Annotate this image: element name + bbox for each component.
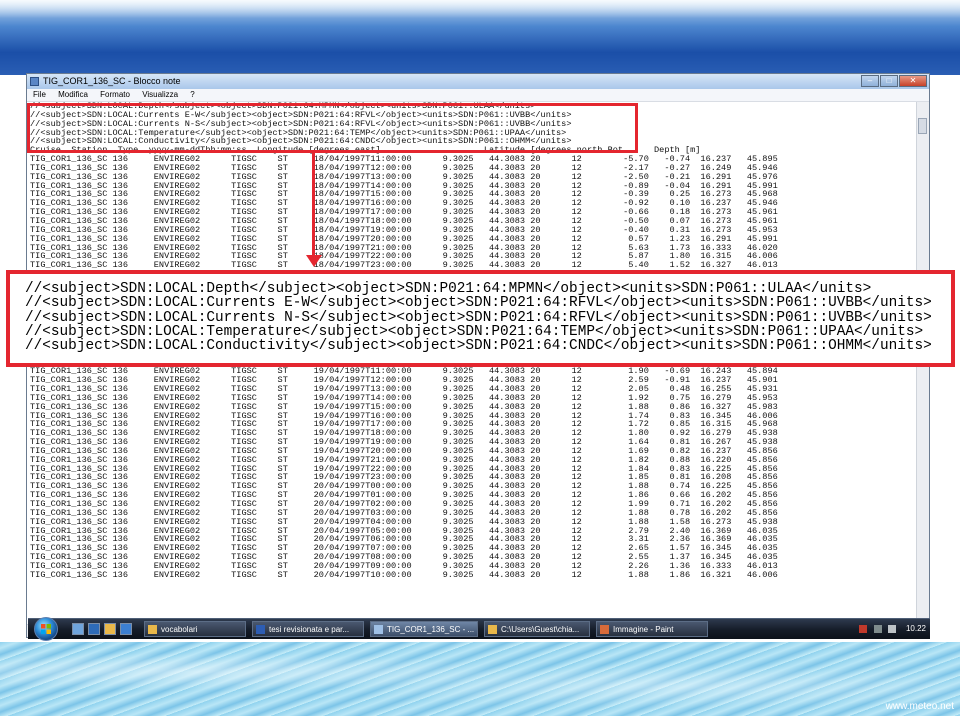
media-player-icon[interactable]: [120, 623, 132, 635]
taskbar-item-notepad[interactable]: TIG_COR1_136_SC - ...: [370, 621, 478, 637]
menu-help[interactable]: ?: [190, 90, 194, 99]
notepad-icon: [374, 625, 383, 634]
highlight-box-header-lines: [27, 103, 638, 153]
word-icon: [256, 625, 265, 634]
window-controls: – □ ✕: [860, 75, 927, 88]
close-button[interactable]: ✕: [899, 75, 927, 87]
zoomed-header-callout: //<subject>SDN:LOCAL:Depth</subject><obj…: [6, 270, 955, 367]
menu-formato[interactable]: Formato: [100, 90, 130, 99]
start-button[interactable]: [34, 617, 58, 641]
minimize-button[interactable]: –: [861, 75, 879, 87]
notepad-icon: [30, 77, 39, 86]
window-title: TIG_COR1_136_SC - Blocco note: [43, 76, 181, 86]
zoom-line: //<subject>SDN:LOCAL:Conductivity</subje…: [25, 338, 932, 355]
security-icon[interactable]: [859, 624, 868, 633]
windows-flag-icon: [41, 624, 51, 634]
arrow-down-icon: [306, 255, 322, 267]
slide-footer-water: www.meteo.net: [0, 642, 960, 716]
zoom-line: //<subject>SDN:LOCAL:Depth</subject><obj…: [25, 281, 872, 297]
folder-icon: [148, 625, 157, 634]
internet-explorer-icon[interactable]: [88, 623, 100, 635]
explorer-icon: [488, 625, 497, 634]
zoom-line: //<subject>SDN:LOCAL:Temperature</subjec…: [25, 323, 924, 340]
taskbar-item-word[interactable]: tesi revisionata e par...: [252, 621, 364, 637]
task-label: tesi revisionata e par...: [269, 625, 350, 634]
maximize-button[interactable]: □: [880, 75, 898, 87]
watermark: www.meteo.net: [885, 701, 954, 712]
menu-file[interactable]: File: [33, 90, 46, 99]
task-label: TIG_COR1_136_SC - ...: [387, 625, 475, 634]
vertical-scroll-thumb[interactable]: [918, 118, 927, 134]
slide-header-band: [0, 0, 960, 75]
text-line: TIG_COR1_136_SC 136 ENVIREG02 TIGSC ST 2…: [30, 569, 778, 580]
network-icon[interactable]: [873, 624, 882, 633]
folder-quicklaunch-icon[interactable]: [104, 623, 116, 635]
task-label: Immagine - Paint: [613, 625, 674, 634]
taskbar-item-explorer[interactable]: C:\Users\Guest\chia...: [484, 621, 590, 637]
zoom-line: //<subject>SDN:LOCAL:Currents N-S</subje…: [25, 309, 932, 326]
menu-bar: File Modifica Formato Visualizza ?: [27, 89, 929, 102]
task-label: C:\Users\Guest\chia...: [501, 625, 580, 634]
window-titlebar[interactable]: TIG_COR1_136_SC - Blocco note – □ ✕: [27, 74, 929, 89]
task-label: vocabolari: [161, 625, 198, 634]
windows-taskbar: vocabolari tesi revisionata e par... TIG…: [28, 617, 930, 641]
arrow-shaft: [312, 153, 315, 258]
system-tray: 10.22: [859, 622, 926, 636]
menu-visualizza[interactable]: Visualizza: [142, 90, 178, 99]
menu-modifica[interactable]: Modifica: [58, 90, 88, 99]
show-desktop-icon[interactable]: [72, 623, 84, 635]
zoom-line: //<subject>SDN:LOCAL:Currents E-W</subje…: [25, 295, 932, 312]
paint-icon: [600, 625, 609, 634]
taskbar-item-vocabolari[interactable]: vocabolari: [144, 621, 246, 637]
volume-icon[interactable]: [887, 624, 896, 633]
taskbar-item-paint[interactable]: Immagine - Paint: [596, 621, 708, 637]
clock[interactable]: 10.22: [906, 622, 926, 636]
